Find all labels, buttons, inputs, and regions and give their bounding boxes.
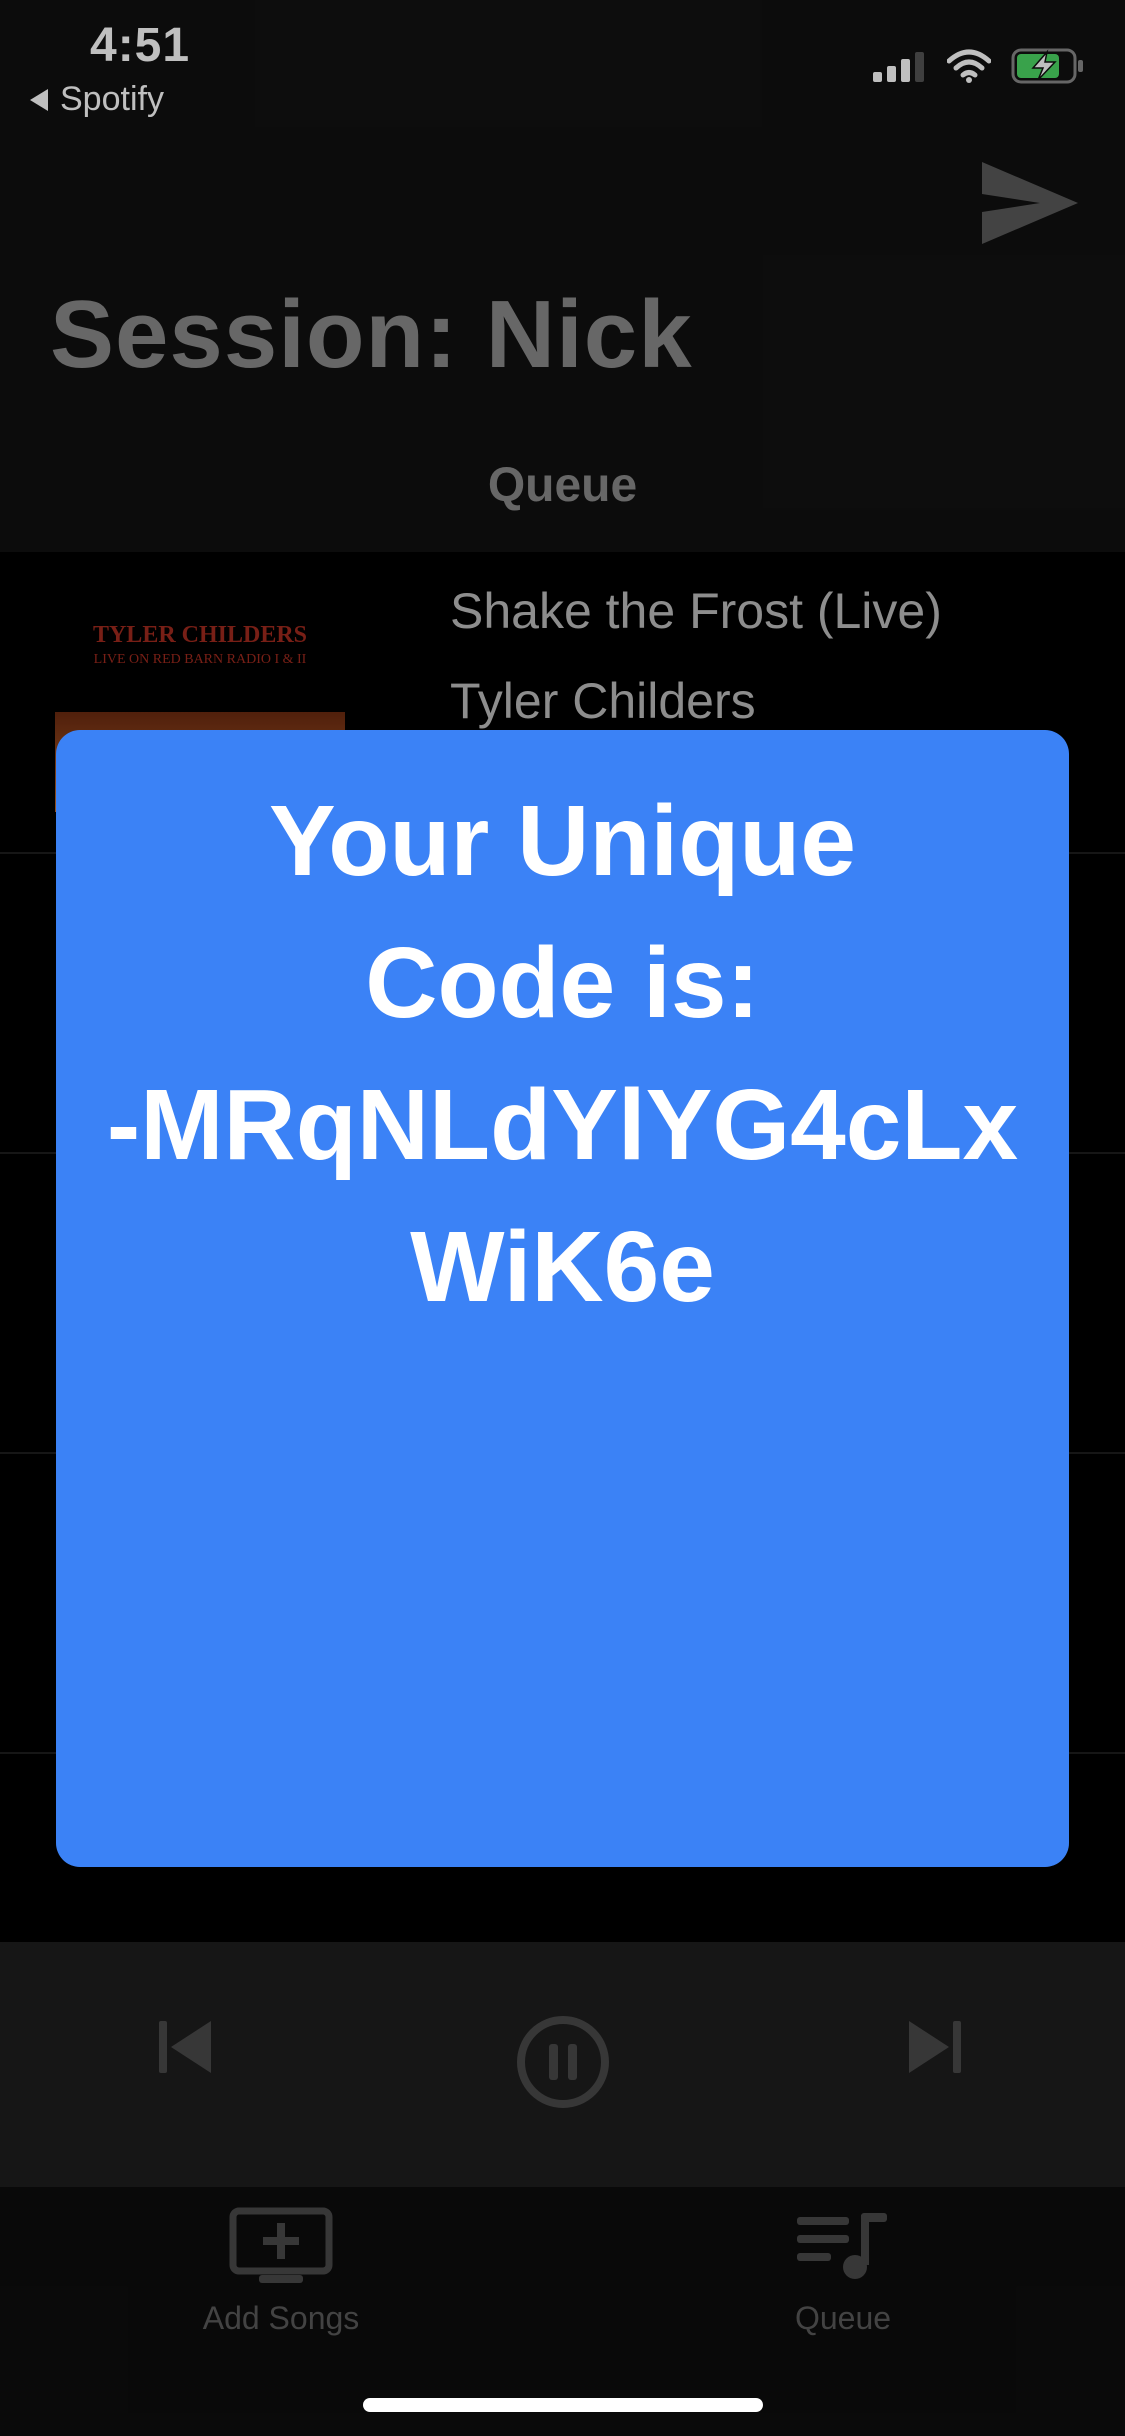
unique-code-value: -MRqNLdYlYG4cLx <box>106 1069 1019 1181</box>
modal-line: Code is: <box>365 927 760 1039</box>
home-indicator[interactable] <box>363 2398 763 2412</box>
unique-code-modal: Your Unique Code is: -MRqNLdYlYG4cLx WiK… <box>56 730 1069 1867</box>
modal-line: Your Unique <box>268 785 856 897</box>
unique-code-message: Your Unique Code is: -MRqNLdYlYG4cLx WiK… <box>56 770 1069 1338</box>
unique-code-value-cont: WiK6e <box>410 1211 715 1323</box>
